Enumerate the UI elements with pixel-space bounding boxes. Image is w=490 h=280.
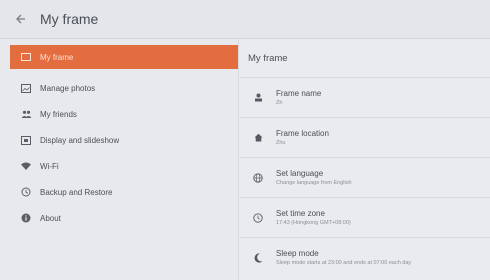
sidebar-item-manage-photos[interactable]: Manage photos [0, 75, 238, 101]
section-title: My frame [240, 39, 490, 78]
moon-icon [240, 252, 276, 263]
app-bar: My frame [0, 0, 490, 39]
photos-icon [20, 82, 32, 94]
setting-subtitle: Zh [276, 100, 283, 106]
settings-panel: My frame Frame name Zh Frame location Zh… [240, 39, 490, 280]
setting-subtitle: Sleep mode starts at 23:00 and ends at 0… [276, 260, 412, 266]
sidebar-item-label: Display and slideshow [40, 135, 120, 145]
setting-title: Set time zone [276, 209, 325, 218]
setting-subtitle: Zhu [276, 140, 286, 146]
clock-icon [240, 212, 276, 223]
sidebar-item-my-frame[interactable]: My frame [10, 45, 238, 69]
sidebar-item-wifi[interactable]: Wi-Fi [0, 153, 238, 179]
friends-icon [20, 108, 32, 120]
info-icon [20, 212, 32, 224]
setting-subtitle: Change language from English [276, 180, 352, 186]
frame-icon [20, 51, 32, 63]
globe-icon [240, 172, 276, 183]
sidebar-item-label: Backup and Restore [40, 187, 113, 197]
sidebar: My frame Manage photos My friends Displa… [0, 39, 239, 280]
sidebar-item-backup-and-restore[interactable]: Backup and Restore [0, 179, 238, 205]
wifi-icon [20, 160, 32, 172]
setting-title: Frame location [276, 129, 329, 138]
home-icon [240, 133, 276, 142]
setting-title: Set language [276, 169, 324, 178]
display-icon [20, 134, 32, 146]
setting-sleep-mode[interactable]: Sleep mode Sleep mode starts at 23:00 an… [240, 238, 490, 277]
setting-subtitle: 17:43 (Hongkong GMT+08:00) [276, 220, 351, 226]
sidebar-item-label: My friends [40, 109, 77, 119]
setting-title: Sleep mode [276, 249, 319, 258]
sidebar-item-label: Manage photos [40, 83, 96, 93]
backup-icon [20, 186, 32, 198]
setting-time-zone[interactable]: Set time zone 17:43 (Hongkong GMT+08:00) [240, 198, 490, 238]
page-title: My frame [40, 11, 99, 27]
sidebar-item-my-friends[interactable]: My friends [0, 101, 238, 127]
setting-frame-location[interactable]: Frame location Zhu [240, 118, 490, 158]
sidebar-item-label: My frame [40, 52, 74, 62]
setting-language[interactable]: Set language Change language from Englis… [240, 158, 490, 198]
arrow-left-icon[interactable] [0, 0, 40, 38]
setting-frame-name[interactable]: Frame name Zh [240, 78, 490, 118]
sidebar-item-about[interactable]: About [0, 205, 238, 231]
sidebar-item-label: Wi-Fi [40, 161, 59, 171]
screen: My frame My frame Manage photos My frien… [0, 0, 490, 280]
person-icon [240, 93, 276, 102]
sidebar-item-label: About [40, 213, 61, 223]
sidebar-item-display-and-slideshow[interactable]: Display and slideshow [0, 127, 238, 153]
setting-title: Frame name [276, 89, 322, 98]
